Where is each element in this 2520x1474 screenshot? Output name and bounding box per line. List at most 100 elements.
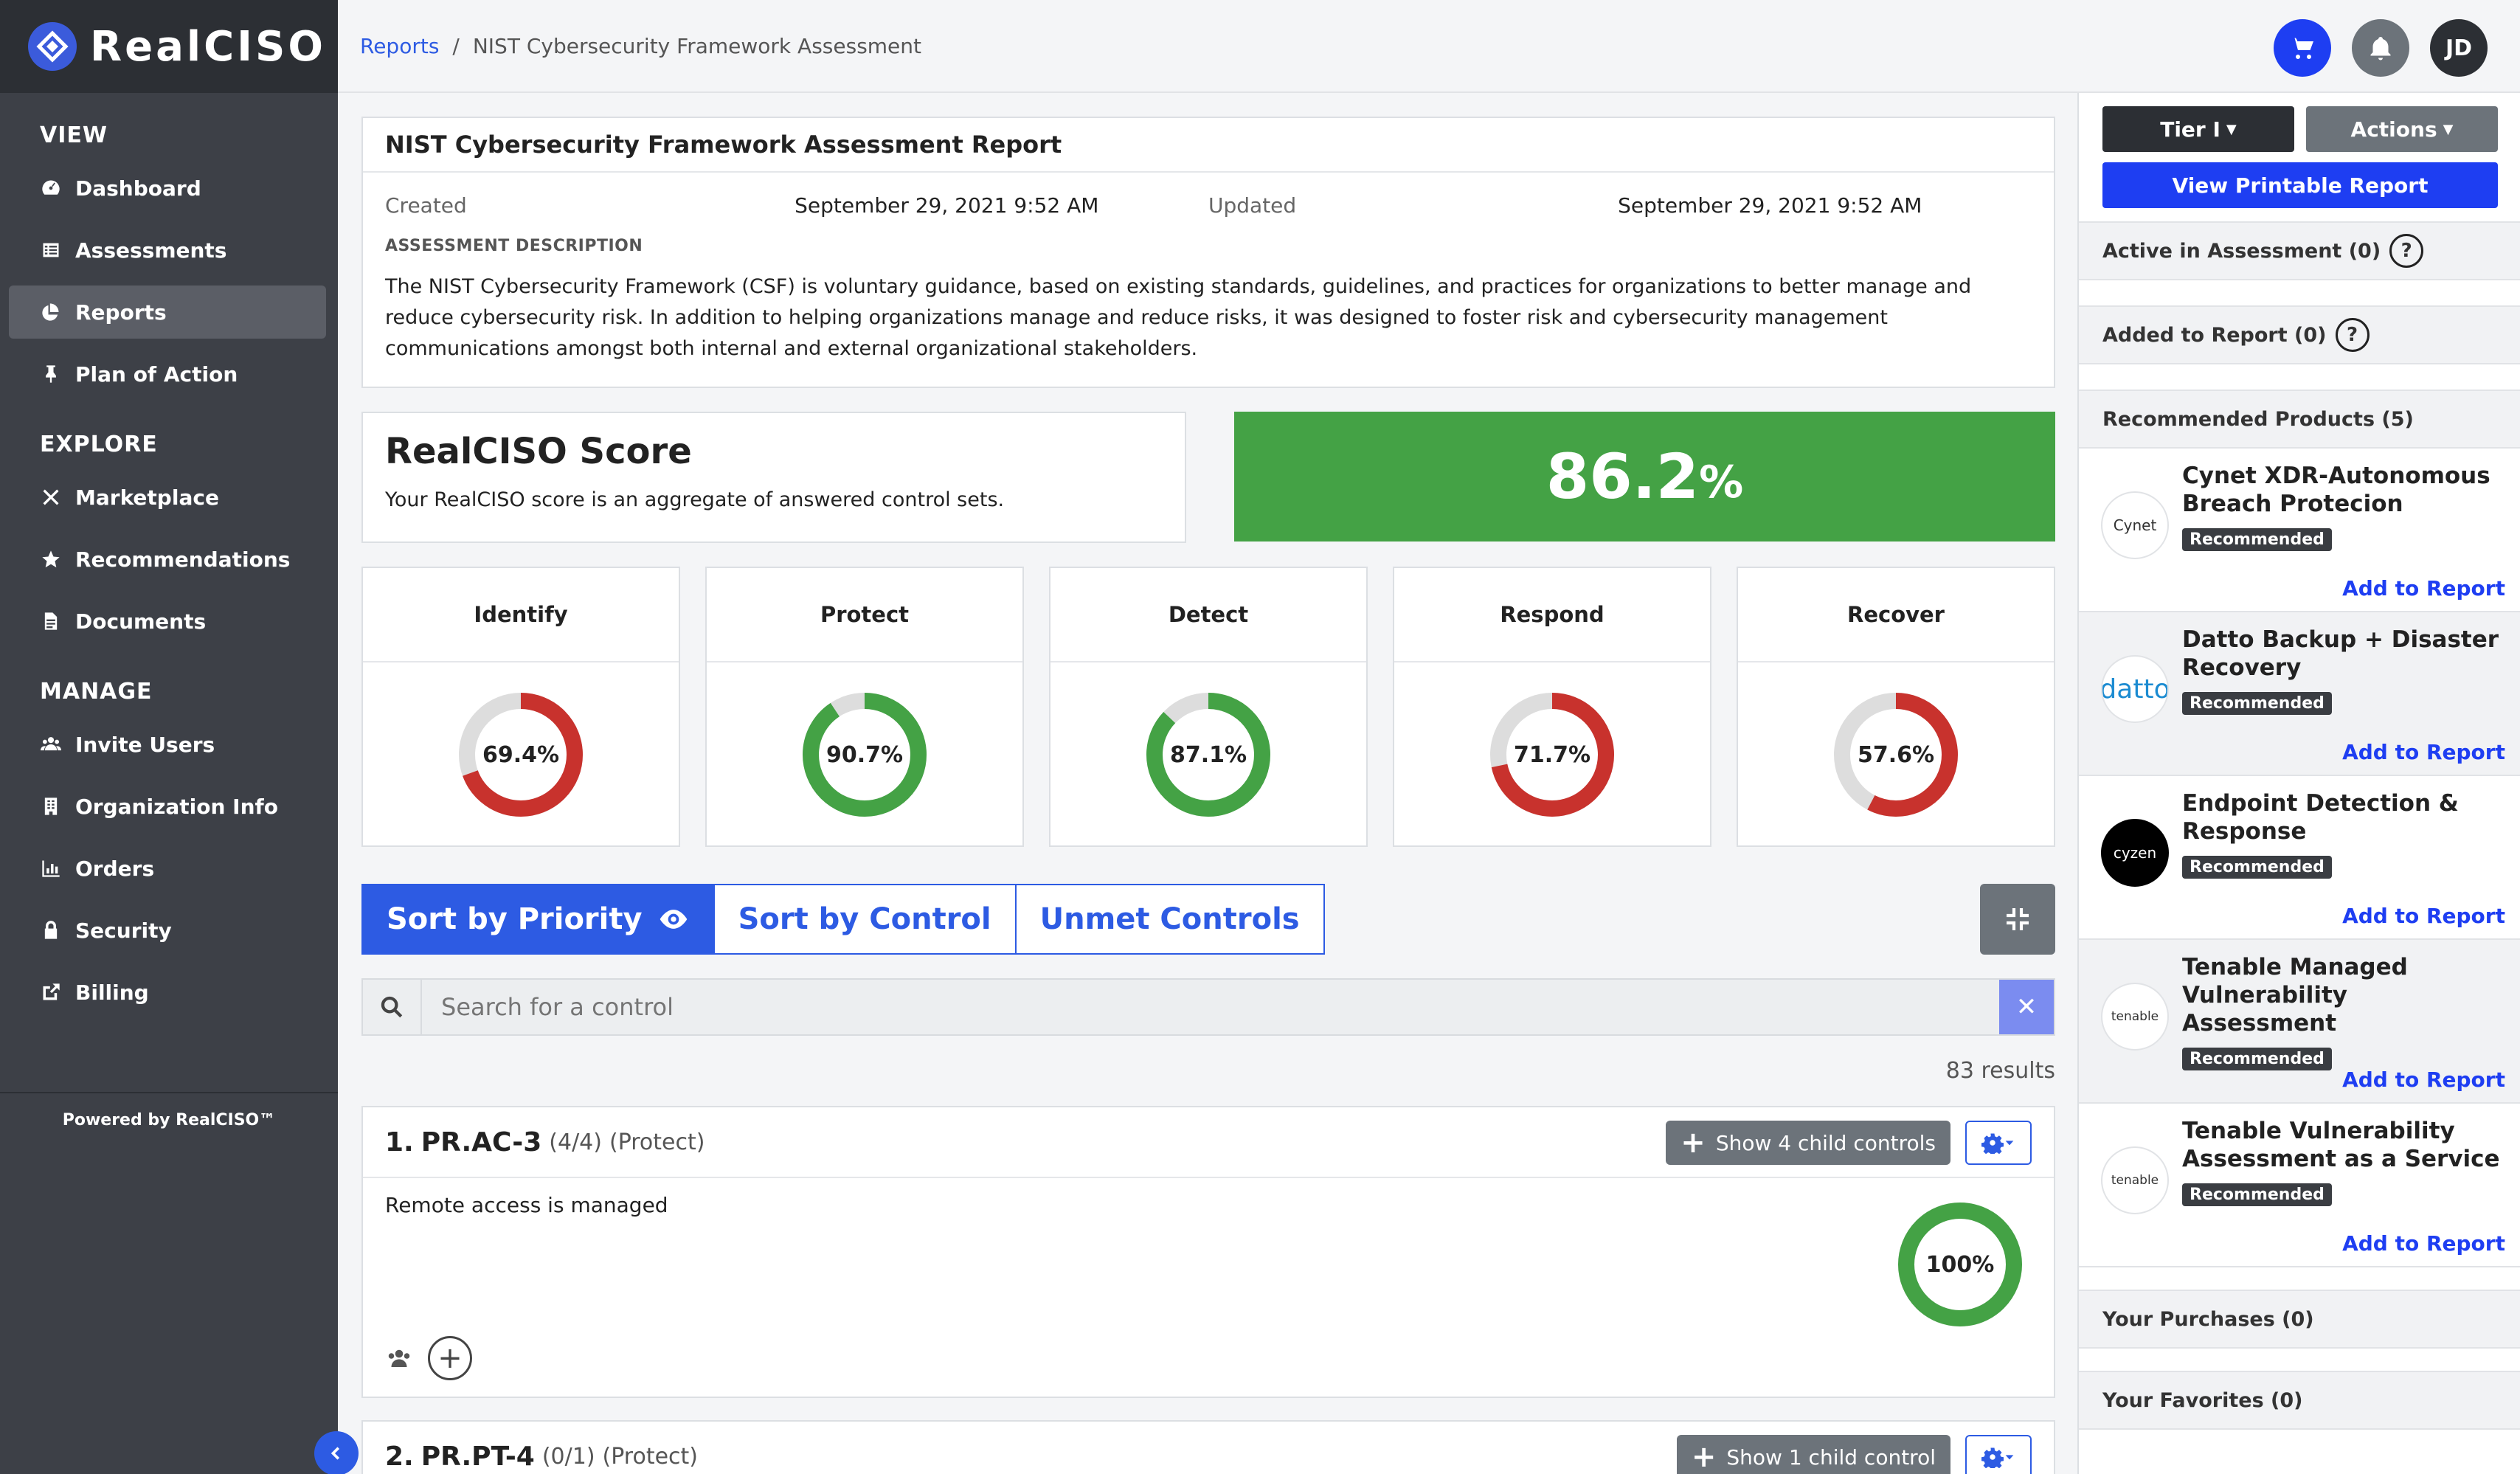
updated-label: Updated: [1208, 193, 1297, 218]
notifications-button[interactable]: [2352, 19, 2409, 77]
sidebar-item-documents[interactable]: Documents: [9, 595, 326, 648]
recommended-badge: Recommended: [2182, 856, 2332, 879]
your-favorites-section[interactable]: Your Favorites (0): [2079, 1371, 2520, 1430]
main-content: NIST Cybersecurity Framework Assessment …: [361, 117, 2055, 1474]
unmet-controls-button[interactable]: Unmet Controls: [1016, 884, 1325, 955]
product-logo: cyzen: [2101, 819, 2169, 887]
control-function: (Protect): [609, 1129, 705, 1155]
control-donut-label: 100%: [1925, 1251, 1995, 1278]
added-to-report-label: Added to Report (0): [2102, 323, 2327, 347]
user-avatar[interactable]: JD: [2430, 19, 2488, 77]
add-to-report-link[interactable]: Add to Report: [2342, 1231, 2505, 1256]
search-input[interactable]: [422, 980, 1999, 1034]
control-id[interactable]: PR.PT-4: [421, 1442, 535, 1472]
breadcrumb-reports-link[interactable]: Reports: [360, 34, 439, 58]
sidebar-item-orders[interactable]: Orders: [9, 842, 326, 895]
control-id[interactable]: PR.AC-3: [421, 1127, 542, 1158]
nav-section-manage: MANAGE: [40, 679, 153, 705]
score-subtitle: Your RealCISO score is an aggregate of a…: [385, 488, 1005, 511]
sidebar-item-marketplace[interactable]: Marketplace: [9, 471, 326, 524]
sidebar-item-recommendations[interactable]: Recommendations: [9, 533, 326, 586]
sidebar-item-plan-of-action[interactable]: Plan of Action: [9, 347, 326, 401]
created-label: Created: [385, 193, 467, 218]
recommended-badge: Recommended: [2182, 692, 2332, 715]
search-bar: ✕: [361, 978, 2055, 1036]
caret-down-icon: ▼: [2443, 121, 2454, 137]
control-donut: 100%: [1894, 1199, 2026, 1330]
building-icon: [40, 795, 62, 817]
sidebar-item-label: Billing: [75, 980, 149, 1005]
help-icon[interactable]: ?: [2335, 318, 2370, 352]
product-name[interactable]: Endpoint Detection & Response: [2182, 789, 2505, 845]
plus-icon: +: [1691, 1440, 1717, 1474]
tools-icon: [40, 486, 62, 508]
sort-tabs: Sort by Priority Sort by Control Unmet C…: [361, 884, 2055, 955]
tier-dropdown[interactable]: Tier I ▼: [2102, 106, 2294, 152]
report-info-card: NIST Cybersecurity Framework Assessment …: [361, 117, 2055, 388]
function-donut: 87.1%: [1143, 689, 1274, 820]
add-to-report-link[interactable]: Add to Report: [2342, 904, 2505, 928]
product-name[interactable]: Cynet XDR-Autonomous Breach Protecion: [2182, 462, 2505, 518]
search-icon: [363, 980, 422, 1034]
logo-icon: [28, 22, 77, 71]
tier-label: Tier I: [2160, 117, 2220, 142]
active-in-assessment-label: Active in Assessment (0): [2102, 239, 2381, 263]
product-logo: tenable: [2101, 1146, 2169, 1214]
chevron-left-icon: [330, 1447, 340, 1460]
product-name[interactable]: Tenable Managed Vulnerability Assessment: [2182, 953, 2505, 1037]
sidebar-item-billing[interactable]: Billing: [9, 966, 326, 1019]
product-item: Cynet Cynet XDR-Autonomous Breach Protec…: [2079, 449, 2520, 612]
function-donut-label: 57.6%: [1857, 741, 1935, 768]
product-name[interactable]: Tenable Vulnerability Assessment as a Se…: [2182, 1117, 2505, 1173]
sidebar-item-security[interactable]: Security: [9, 904, 326, 957]
top-icons: JD: [2274, 19, 2488, 77]
score-value: 86.2: [1545, 440, 1700, 513]
add-to-report-link[interactable]: Add to Report: [2342, 1068, 2505, 1092]
sidebar-item-label: Recommendations: [75, 547, 291, 572]
function-donut-label: 69.4%: [482, 741, 560, 768]
eye-icon: [660, 910, 687, 929]
pie-chart-icon: [40, 301, 62, 323]
control-settings-dropdown[interactable]: [1965, 1121, 2032, 1165]
star-icon: [40, 548, 62, 570]
function-card-protect: Protect 90.7%: [705, 567, 1024, 847]
add-to-report-link[interactable]: Add to Report: [2342, 740, 2505, 764]
logo[interactable]: RealCISO: [0, 0, 338, 93]
compress-button[interactable]: [1980, 884, 2055, 955]
your-purchases-section[interactable]: Your Purchases (0): [2079, 1290, 2520, 1349]
sort-by-control-button[interactable]: Sort by Control: [714, 884, 1017, 955]
show-child-controls-button[interactable]: + Show 4 child controls: [1666, 1121, 1950, 1165]
sort-by-priority-button[interactable]: Sort by Priority: [361, 884, 715, 955]
show-child-controls-button[interactable]: + Show 1 child control: [1676, 1435, 1950, 1474]
sidebar-item-invite-users[interactable]: Invite Users: [9, 718, 326, 771]
add-assignee-button[interactable]: +: [428, 1336, 472, 1380]
control-card: 1. PR.AC-3 (4/4) (Protect) + Show 4 child…: [361, 1106, 2055, 1398]
product-name[interactable]: Datto Backup + Disaster Recovery: [2182, 626, 2505, 682]
product-logo: Cynet: [2101, 491, 2169, 559]
control-card: 2. PR.PT-4 (0/1) (Protect) + Show 1 child…: [361, 1420, 2055, 1474]
sidebar-item-dashboard[interactable]: Dashboard: [9, 162, 326, 215]
sidebar-item-assessments[interactable]: Assessments: [9, 224, 326, 277]
help-icon[interactable]: ?: [2389, 234, 2424, 268]
sidebar-item-organization-info[interactable]: Organization Info: [9, 780, 326, 833]
collapse-sidebar-button[interactable]: [314, 1431, 359, 1474]
function-donut: 69.4%: [455, 689, 586, 820]
list-icon: [40, 239, 62, 261]
cart-button[interactable]: [2274, 19, 2331, 77]
control-settings-dropdown[interactable]: [1965, 1435, 2032, 1474]
product-item: tenable Tenable Vulnerability Assessment…: [2079, 1104, 2520, 1267]
view-printable-report-button[interactable]: View Printable Report: [2102, 162, 2498, 208]
caret-down-icon: [2005, 1455, 2014, 1460]
add-to-report-link[interactable]: Add to Report: [2342, 576, 2505, 601]
function-name: Identify: [363, 568, 679, 662]
breadcrumb-current: NIST Cybersecurity Framework Assessment: [472, 33, 922, 58]
sidebar-item-reports[interactable]: Reports: [9, 286, 326, 339]
actions-dropdown[interactable]: Actions ▼: [2306, 106, 2498, 152]
active-in-assessment-section[interactable]: Active in Assessment (0)?: [2079, 221, 2520, 280]
sidebar-item-label: Documents: [75, 609, 207, 634]
clear-search-button[interactable]: ✕: [1999, 980, 2054, 1034]
added-to-report-section[interactable]: Added to Report (0)?: [2079, 305, 2520, 364]
created-value: September 29, 2021 9:52 AM: [795, 193, 1099, 218]
compress-icon: [2007, 908, 2029, 930]
caret-down-icon: [2005, 1141, 2014, 1146]
